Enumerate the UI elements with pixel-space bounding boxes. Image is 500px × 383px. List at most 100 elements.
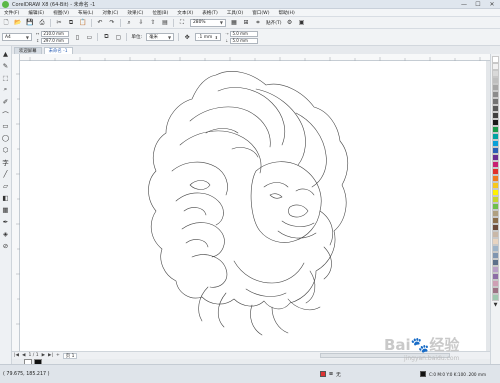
artistic-media-icon[interactable]: ⌒ [1, 109, 10, 119]
dup-x-field[interactable]: 5.0 mm [230, 30, 259, 37]
palette-swatch[interactable] [492, 203, 499, 210]
drawing-canvas[interactable] [20, 61, 490, 351]
lion-head-outline-artwork[interactable] [20, 61, 490, 351]
palette-swatch[interactable] [492, 161, 499, 168]
palette-swatch[interactable] [492, 84, 499, 91]
page-width-field[interactable]: 210.0 mm [41, 30, 70, 37]
undo-icon[interactable]: ↶ [96, 19, 104, 27]
redo-icon[interactable]: ↷ [108, 19, 116, 27]
zoom-tool-icon[interactable]: ⌕ [1, 85, 10, 94]
eyedropper-icon[interactable]: ✒ [1, 217, 10, 226]
palette-swatch[interactable] [492, 56, 499, 63]
connector-tool-icon[interactable]: ▱ [1, 181, 10, 190]
rectangle-tool-icon[interactable]: ▭ [1, 121, 10, 130]
menu-tools[interactable]: 工具(O) [227, 10, 243, 16]
freehand-tool-icon[interactable]: ✐ [1, 97, 10, 106]
settings-gear-icon[interactable]: ⚙ [286, 19, 294, 27]
pick-tool-icon[interactable]: ▲ [1, 49, 10, 58]
polygon-tool-icon[interactable]: ⬡ [1, 145, 10, 154]
palette-swatch[interactable] [492, 91, 499, 98]
tab-welcome-screen[interactable]: 欢迎屏幕 [14, 47, 42, 54]
palette-swatch[interactable] [492, 119, 499, 126]
drop-shadow-icon[interactable]: ◧ [1, 193, 10, 202]
menu-window[interactable]: 窗口(W) [252, 10, 269, 16]
menu-text[interactable]: 文本(X) [177, 10, 193, 16]
menu-object[interactable]: 对象(C) [102, 10, 118, 16]
ruler-icon[interactable]: ⊞ [242, 19, 250, 27]
menu-file[interactable]: 文件(F) [4, 10, 19, 16]
palette-swatch[interactable] [492, 217, 499, 224]
palette-swatch[interactable] [492, 273, 499, 280]
export-icon[interactable]: ⇧ [149, 19, 157, 27]
maximize-button[interactable]: ☐ [474, 1, 482, 8]
units-select[interactable]: 毫米 ▼ [146, 33, 175, 41]
parallel-dimension-icon[interactable]: ╱ [1, 169, 10, 178]
interactive-fill-icon[interactable]: ◈ [1, 229, 10, 238]
palette-swatch[interactable] [492, 77, 499, 84]
next-page-button[interactable]: ▶ [42, 353, 45, 358]
import-icon[interactable]: ⇩ [137, 19, 145, 27]
palette-scroll-down-icon[interactable]: ▼ [492, 301, 500, 309]
menu-table[interactable]: 表格(T) [202, 10, 218, 16]
first-page-button[interactable]: |◀ [14, 353, 19, 358]
palette-swatch[interactable] [492, 98, 499, 105]
menu-help[interactable]: 帮助(H) [279, 10, 295, 16]
page-size-select[interactable]: A4 ▼ [2, 33, 32, 41]
palette-swatch[interactable] [492, 133, 499, 140]
last-page-button[interactable]: ▶| [48, 353, 53, 358]
new-icon[interactable]: 🗋 [2, 19, 10, 27]
palette-swatch[interactable] [492, 266, 499, 273]
palette-swatch[interactable] [492, 140, 499, 147]
menu-bitmaps[interactable]: 位图(B) [152, 10, 168, 16]
snap-to-button[interactable]: 贴齐(T) [266, 20, 282, 26]
fill-color-swatch[interactable] [320, 371, 326, 377]
crop-tool-icon[interactable]: ⬚ [1, 73, 10, 82]
tab-untitled-1[interactable]: 未命名 -1 [43, 47, 73, 54]
palette-swatch[interactable] [492, 224, 499, 231]
ellipse-tool-icon[interactable]: ◯ [1, 133, 10, 142]
palette-swatch[interactable] [492, 210, 499, 217]
save-icon[interactable]: 💾 [26, 19, 34, 27]
palette-swatch[interactable] [492, 287, 499, 294]
palette-swatch[interactable] [492, 196, 499, 203]
vertical-ruler[interactable] [12, 54, 20, 351]
palette-swatch[interactable] [492, 259, 499, 266]
snap-icon[interactable]: ⌗ [254, 19, 262, 27]
menu-view[interactable]: 视图(V) [53, 10, 69, 16]
smart-fill-icon[interactable]: ⊘ [1, 241, 10, 250]
palette-swatch[interactable] [492, 231, 499, 238]
dup-y-field[interactable]: 5.0 mm [230, 37, 259, 44]
palette-swatch[interactable] [492, 189, 499, 196]
landscape-icon[interactable]: ▭ [85, 33, 93, 41]
palette-swatch[interactable] [492, 280, 499, 287]
cut-icon[interactable]: ✂ [55, 19, 63, 27]
palette-swatch[interactable] [492, 126, 499, 133]
prev-page-button[interactable]: ◀ [22, 353, 25, 358]
palette-swatch[interactable] [492, 182, 499, 189]
text-tool-icon[interactable]: 字 [1, 157, 10, 167]
menu-layout[interactable]: 布局(L) [78, 10, 93, 16]
palette-swatch[interactable] [492, 252, 499, 259]
minimize-button[interactable]: — [460, 1, 468, 8]
menu-edit[interactable]: 编辑(E) [28, 10, 44, 16]
palette-swatch[interactable] [492, 294, 499, 301]
grid-icon[interactable]: ▦ [230, 19, 238, 27]
copy-icon[interactable]: ⧉ [67, 19, 75, 27]
outline-color-swatch[interactable] [420, 371, 426, 377]
palette-swatch[interactable] [492, 147, 499, 154]
pdf-icon[interactable]: ▤ [161, 19, 169, 27]
current-page-icon[interactable]: ▢ [114, 33, 122, 41]
palette-swatch[interactable] [492, 168, 499, 175]
horizontal-ruler[interactable] [20, 54, 490, 61]
palette-swatch[interactable] [492, 112, 499, 119]
close-button[interactable]: ✕ [488, 1, 496, 8]
add-page-button[interactable]: + [56, 353, 60, 358]
print-icon[interactable]: ⎙ [38, 19, 46, 27]
palette-swatch[interactable] [492, 105, 499, 112]
shape-tool-icon[interactable]: ✎ [1, 61, 10, 70]
palette-swatch[interactable] [492, 175, 499, 182]
all-pages-icon[interactable]: ⧉ [102, 33, 110, 41]
paste-icon[interactable]: 📋 [79, 19, 87, 27]
page-tab[interactable]: 页 1 [62, 352, 78, 359]
portrait-icon[interactable]: ▯ [73, 33, 81, 41]
